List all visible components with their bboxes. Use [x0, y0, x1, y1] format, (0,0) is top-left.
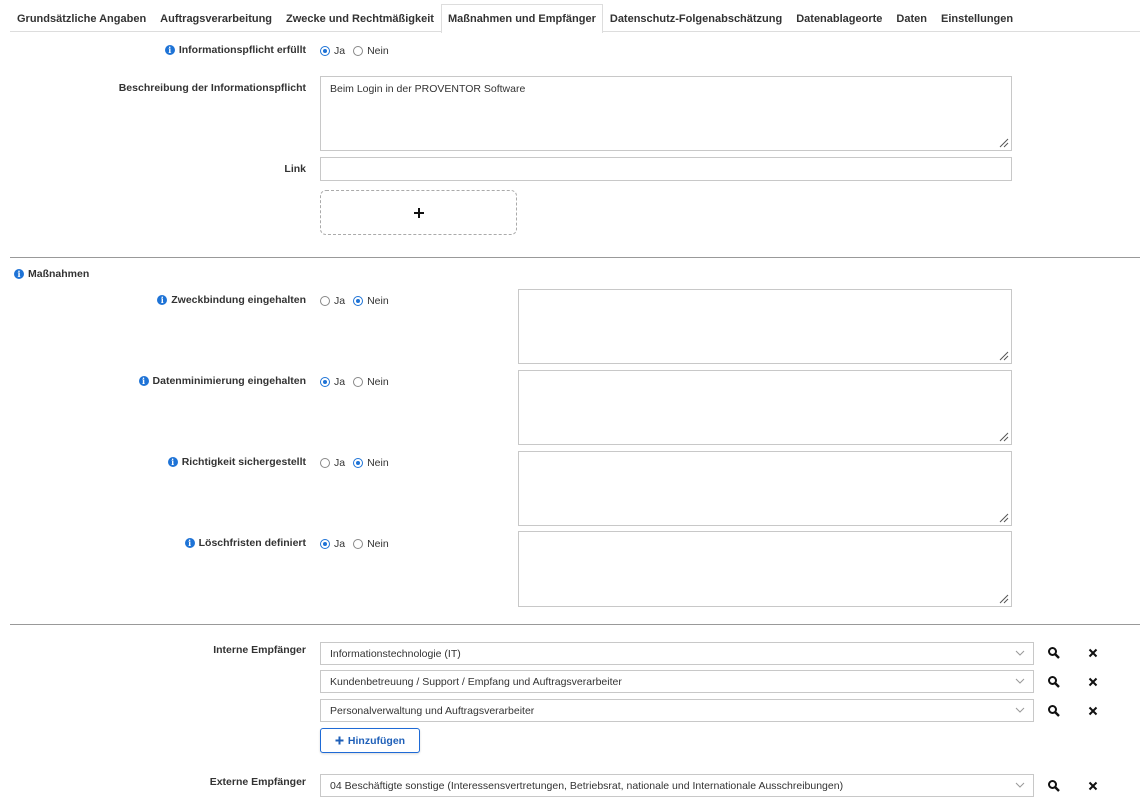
search-icon[interactable]	[1047, 704, 1061, 718]
zweckbindung-comment-textarea[interactable]	[518, 289, 1012, 364]
interne-empfaenger-label: Interne Empfänger	[213, 644, 306, 656]
divider	[10, 624, 1140, 625]
divider	[10, 257, 1140, 258]
loeschfristen-comment-textarea[interactable]	[518, 531, 1012, 607]
remove-icon[interactable]	[1086, 675, 1100, 689]
resize-grip-icon[interactable]	[999, 594, 1009, 604]
search-icon[interactable]	[1047, 779, 1061, 793]
remove-icon[interactable]	[1086, 704, 1100, 718]
resize-grip-icon[interactable]	[999, 351, 1009, 361]
tab-auftragsverarbeitung[interactable]: Auftragsverarbeitung	[153, 4, 279, 32]
loeschfristen-ja-radio[interactable]: Ja	[320, 538, 345, 550]
beschreibung-textarea[interactable]: Beim Login in der PROVENTOR Software	[320, 76, 1012, 151]
beschreibung-label: Beschreibung der Informationspflicht	[118, 82, 306, 94]
richtigkeit-radio-group: Ja Nein	[320, 457, 389, 469]
info-icon[interactable]: i	[167, 457, 178, 467]
info-icon[interactable]: i	[184, 538, 195, 548]
externe-empfaenger-label: Externe Empfänger	[209, 776, 306, 788]
datenminimierung-radio-group: Ja Nein	[320, 376, 389, 388]
zweckbindung-label: i Zweckbindung eingehalten	[157, 294, 306, 306]
tab-zwecke-und-rechtmaessigkeit[interactable]: Zwecke und Rechtmäßigkeit	[279, 4, 441, 32]
info-icon[interactable]: i	[157, 295, 168, 305]
plus-icon	[413, 207, 424, 218]
informationspflicht-ja-radio[interactable]: Ja	[320, 45, 345, 57]
interne-empfaenger-select[interactable]: Personalverwaltung und Auftragsverarbeit…	[320, 699, 1034, 722]
richtigkeit-comment-textarea[interactable]	[518, 451, 1012, 526]
tab-einstellungen[interactable]: Einstellungen	[934, 4, 1020, 32]
massnahmen-section-title: i Maßnahmen	[14, 268, 89, 280]
chevron-down-icon	[1015, 707, 1025, 713]
zweckbindung-nein-radio[interactable]: Nein	[353, 295, 389, 307]
zweckbindung-radio-group: Ja Nein	[320, 295, 389, 307]
richtigkeit-ja-radio[interactable]: Ja	[320, 457, 345, 469]
informationspflicht-nein-radio[interactable]: Nein	[353, 45, 389, 57]
loeschfristen-radio-group: Ja Nein	[320, 538, 389, 550]
info-icon[interactable]: i	[164, 45, 175, 55]
informationspflicht-radio-group: Ja Nein	[320, 45, 389, 57]
datenminimierung-label: i Datenminimierung eingehalten	[138, 375, 306, 387]
search-icon[interactable]	[1047, 646, 1061, 660]
link-label: Link	[284, 163, 306, 175]
interne-empfaenger-select[interactable]: Kundenbetreuung / Support / Empfang und …	[320, 670, 1034, 693]
plus-icon	[335, 736, 344, 745]
resize-grip-icon[interactable]	[999, 513, 1009, 523]
remove-icon[interactable]	[1086, 646, 1100, 660]
richtigkeit-nein-radio[interactable]: Nein	[353, 457, 389, 469]
resize-grip-icon[interactable]	[999, 432, 1009, 442]
datenminimierung-nein-radio[interactable]: Nein	[353, 376, 389, 388]
datenminimierung-comment-textarea[interactable]	[518, 370, 1012, 445]
add-internal-recipient-button[interactable]: Hinzufügen	[320, 728, 420, 753]
tab-massnahmen-und-empfaenger[interactable]: Maßnahmen und Empfänger	[440, 4, 603, 33]
richtigkeit-label: i Richtigkeit sichergestellt	[167, 456, 306, 468]
tab-bar: Grundsätzliche Angaben Auftragsverarbeit…	[10, 4, 1140, 33]
remove-icon[interactable]	[1086, 779, 1100, 793]
search-icon[interactable]	[1047, 675, 1061, 689]
chevron-down-icon	[1015, 678, 1025, 684]
tab-datenablageorte[interactable]: Datenablageorte	[789, 4, 889, 32]
tab-daten[interactable]: Daten	[889, 4, 934, 32]
chevron-down-icon	[1015, 782, 1025, 788]
info-icon[interactable]: i	[138, 376, 149, 386]
resize-grip-icon[interactable]	[999, 138, 1009, 148]
zweckbindung-ja-radio[interactable]: Ja	[320, 295, 345, 307]
datenminimierung-ja-radio[interactable]: Ja	[320, 376, 345, 388]
link-input[interactable]	[320, 157, 1012, 181]
interne-empfaenger-select[interactable]: Informationstechnologie (IT)	[320, 642, 1034, 665]
info-icon[interactable]: i	[14, 269, 24, 279]
tab-grundsaetzliche-angaben[interactable]: Grundsätzliche Angaben	[10, 4, 153, 32]
tab-datenschutz-folgenabschaetzung[interactable]: Datenschutz-Folgenabschätzung	[603, 4, 789, 32]
chevron-down-icon	[1015, 650, 1025, 656]
loeschfristen-nein-radio[interactable]: Nein	[353, 538, 389, 550]
externe-empfaenger-select[interactable]: 04 Beschäftigte sonstige (Interessensver…	[320, 774, 1034, 797]
upload-dropzone[interactable]	[320, 190, 517, 235]
loeschfristen-label: i Löschfristen definiert	[184, 537, 306, 549]
informationspflicht-label: i Informationspflicht erfüllt	[164, 44, 306, 56]
